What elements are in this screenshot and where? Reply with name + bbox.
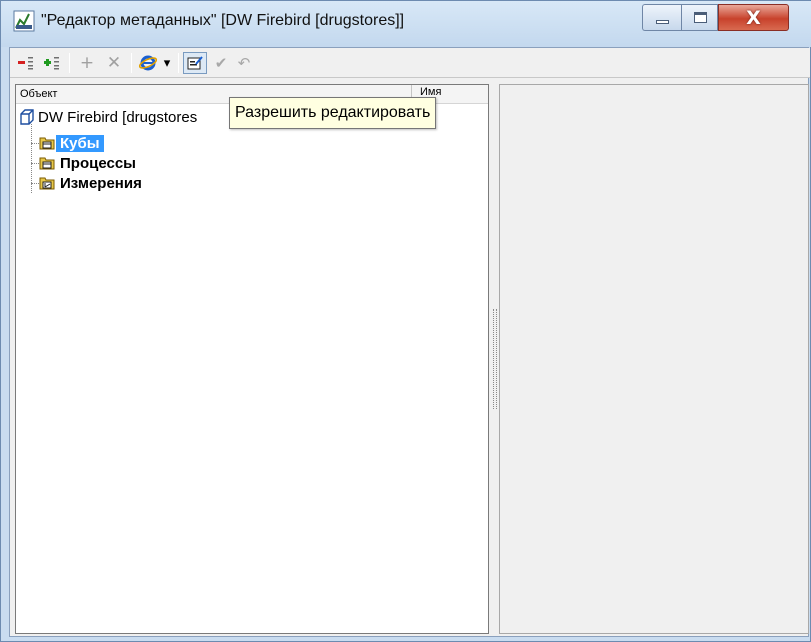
- column-object-header[interactable]: Объект: [20, 88, 57, 100]
- cube-icon: [20, 109, 34, 125]
- ie-icon: [138, 55, 158, 71]
- tree-root-label: DW Firebird [drugstores: [38, 108, 198, 126]
- tree-item-label: Кубы: [56, 134, 104, 152]
- maximize-button[interactable]: [681, 4, 718, 31]
- tree-item-dimensions[interactable]: Измерения: [39, 173, 142, 193]
- app-window: "Редактор метаданных" [DW Firebird [drug…: [0, 0, 811, 642]
- allow-edit-button[interactable]: [183, 52, 207, 74]
- collapse-tree-button[interactable]: [14, 52, 38, 74]
- browser-button[interactable]: [136, 52, 160, 74]
- tree-root-node[interactable]: DW Firebird [drugstores: [19, 107, 197, 127]
- tree-item-cubes[interactable]: Кубы: [39, 133, 104, 153]
- tooltip: Разрешить редактировать: [229, 97, 437, 129]
- properties-pane: [499, 84, 809, 634]
- window-title: "Редактор метаданных" [DW Firebird [drug…: [41, 12, 405, 29]
- splitter-grip[interactable]: [493, 309, 497, 409]
- tree-item-processes[interactable]: Процессы: [39, 153, 136, 173]
- maximize-icon: [694, 12, 707, 23]
- folder-table-icon: [39, 137, 55, 150]
- close-icon: X: [746, 7, 761, 29]
- folder-dimension-icon: [39, 177, 55, 190]
- collapse-icon: [18, 57, 33, 70]
- metadata-editor-icon: [13, 10, 35, 32]
- folder-table-icon: [39, 157, 55, 170]
- toolbar-separator: [178, 53, 179, 73]
- undo-button[interactable]: ↶: [234, 52, 254, 74]
- add-button[interactable]: +: [76, 52, 98, 74]
- expand-tree-button[interactable]: [40, 52, 64, 74]
- browser-dropdown-button[interactable]: ▾: [160, 52, 174, 74]
- toolbar-separator: [131, 53, 132, 73]
- minimize-button[interactable]: [642, 4, 681, 31]
- delete-button[interactable]: ✕: [102, 52, 126, 74]
- toolbar: + ✕ ▾ ✔ ↶: [10, 48, 810, 78]
- close-button[interactable]: X: [718, 4, 789, 31]
- tree-line: [31, 163, 39, 164]
- pane-splitter[interactable]: [491, 84, 499, 634]
- client-area: + ✕ ▾ ✔ ↶ Объект Имя DW Firebird [drugst…: [9, 47, 810, 637]
- tree-item-label: Измерения: [60, 174, 142, 192]
- object-tree-pane: Объект Имя DW Firebird [drugstores Кубы …: [15, 84, 489, 634]
- title-bar[interactable]: "Редактор метаданных" [DW Firebird [drug…: [1, 1, 811, 47]
- minimize-icon: [656, 20, 669, 24]
- apply-button[interactable]: ✔: [211, 52, 231, 74]
- tree-line: [31, 143, 39, 144]
- tree-item-label: Процессы: [60, 154, 136, 172]
- edit-form-icon: [187, 56, 203, 70]
- expand-icon: [44, 57, 59, 70]
- object-tree: DW Firebird [drugstores Кубы Процессы Из…: [16, 105, 488, 633]
- toolbar-separator: [69, 53, 70, 73]
- tree-line: [31, 183, 39, 184]
